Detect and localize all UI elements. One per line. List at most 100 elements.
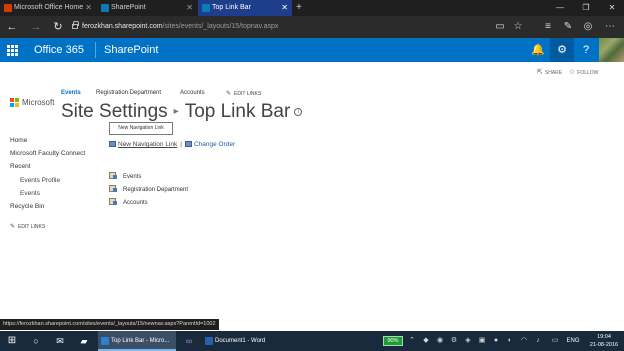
language-indicator[interactable]: ENG	[564, 331, 582, 351]
window-close-icon[interactable]: ✕	[600, 0, 624, 16]
status-url-tooltip: https://ferozkhan.sharepoint.com/sites/e…	[0, 319, 219, 330]
tray-app-icon[interactable]: ◉	[434, 331, 446, 351]
wifi-icon[interactable]: ◠	[518, 331, 530, 351]
tab-label: Microsoft Office Home	[14, 4, 84, 11]
suite-app-name[interactable]: SharePoint	[104, 38, 158, 62]
share-icon: ⇱	[537, 69, 543, 76]
info-icon[interactable]: i	[294, 108, 303, 116]
share-browser-icon[interactable]: ◎	[580, 19, 596, 35]
close-icon[interactable]: ✕	[85, 0, 92, 16]
word-icon	[205, 337, 213, 345]
close-icon[interactable]: ✕	[281, 0, 288, 16]
list-item[interactable]: Accounts	[109, 198, 148, 207]
breadcrumb-arrow-icon: ▸	[173, 106, 179, 117]
toolbar-separator: |	[180, 141, 182, 148]
app-launcher-icon[interactable]	[0, 38, 24, 62]
file-explorer-icon[interactable]: ▰	[74, 331, 94, 351]
link-item-icon	[109, 198, 117, 205]
tray-expand-icon[interactable]: ⌃	[406, 331, 418, 351]
reading-view-icon[interactable]: ▭	[492, 19, 508, 35]
edit-links-label: EDIT LINKS	[18, 224, 46, 230]
avatar[interactable]	[599, 38, 624, 62]
lock-icon	[72, 21, 79, 29]
change-order-icon	[184, 141, 192, 147]
close-icon[interactable]: ✕	[186, 0, 193, 16]
tray-app-icon[interactable]: ▣	[476, 331, 488, 351]
hub-icon[interactable]: ≡	[540, 19, 556, 35]
web-note-icon[interactable]: ✎	[560, 19, 576, 35]
office-icon	[4, 4, 12, 12]
clock-date: 21-08-2016	[589, 342, 619, 348]
page-title: Site Settings ▸ Top Link Bar i	[61, 100, 303, 124]
screen: Microsoft Office Home ✕ SharePoint ✕ Top…	[0, 0, 624, 351]
edit-links-label: EDIT LINKS	[234, 91, 262, 97]
change-order-link[interactable]: Change Order	[194, 141, 235, 148]
taskbar-item-label: Document1 - Word	[215, 338, 266, 344]
volume-icon[interactable]: ♪	[532, 331, 544, 351]
link-label: Accounts	[123, 200, 148, 206]
tray-app-icon[interactable]: ◈	[462, 331, 474, 351]
clock[interactable]: 19:04 21-08-2016	[586, 333, 622, 349]
page-title-text: Top Link Bar	[184, 101, 291, 122]
share-button[interactable]: ⇱ SHARE	[537, 69, 562, 77]
topnav-edit-links-button[interactable]: ✎ EDIT LINKS	[226, 90, 261, 97]
forward-icon[interactable]: →	[28, 19, 44, 35]
favorite-star-icon[interactable]: ☆	[510, 19, 526, 35]
tab-office-home[interactable]: Microsoft Office Home ✕	[0, 0, 96, 16]
follow-label: FOLLOW	[577, 70, 599, 76]
sidebar-item-recycle-bin[interactable]: Recycle Bin	[10, 202, 44, 211]
taskbar-item-label: Top Link Bar - Micro...	[111, 338, 170, 344]
minimize-icon[interactable]: —	[548, 0, 572, 16]
browser-tab-strip: Microsoft Office Home ✕ SharePoint ✕ Top…	[0, 0, 624, 16]
battery-tray-icon[interactable]: ▭	[548, 331, 562, 351]
new-tab-icon[interactable]: +	[296, 0, 302, 16]
battery-indicator[interactable]: 90%	[383, 336, 403, 346]
list-item[interactable]: Events	[109, 172, 141, 181]
topnav-item-events[interactable]: Events	[61, 90, 81, 96]
sidebar-item-recent[interactable]: Recent	[10, 162, 31, 171]
tray-app-icon[interactable]: ⚙	[448, 331, 460, 351]
tab-label: SharePoint	[111, 4, 146, 11]
star-icon: ☆	[569, 69, 576, 76]
start-windows-icon[interactable]: ⊞	[0, 331, 24, 351]
sidebar-item-home[interactable]: Home	[10, 136, 27, 145]
taskbar: ⊞ ○ ✉ ▰ Top Link Bar - Micro... ∞ Docume…	[0, 331, 624, 351]
visual-studio-icon[interactable]: ∞	[178, 331, 200, 351]
link-label: Registration Department	[123, 187, 189, 193]
breadcrumb-site-settings[interactable]: Site Settings	[61, 101, 168, 122]
url-field[interactable]: ferozkhan.sharepoint.com/sites/events/_l…	[82, 20, 278, 34]
sidebar-item-microsoft-faculty-connect[interactable]: Microsoft Faculty Connect	[10, 149, 85, 158]
suite-title[interactable]: Office 365	[34, 38, 84, 62]
site-logo-text[interactable]: Microsoft	[22, 97, 54, 108]
topnav-item-accounts[interactable]: Accounts	[180, 90, 205, 96]
restore-icon[interactable]: ❐	[574, 0, 598, 16]
sidebar-item-events-profile[interactable]: Events Profile	[20, 176, 60, 185]
back-icon[interactable]: ←	[4, 19, 20, 35]
search-icon[interactable]: ○	[26, 331, 46, 351]
settings-gear-icon[interactable]: ⚙	[550, 38, 574, 62]
mail-icon[interactable]: ✉	[50, 331, 70, 351]
taskbar-item-edge[interactable]: Top Link Bar - Micro...	[98, 331, 176, 351]
link-item-icon	[109, 172, 117, 179]
follow-button[interactable]: ☆ FOLLOW	[569, 69, 598, 77]
tab-sharepoint[interactable]: SharePoint ✕	[97, 0, 197, 16]
sidebar-edit-links-button[interactable]: ✎ EDIT LINKS	[10, 223, 45, 230]
more-icon[interactable]: ⋯	[602, 19, 618, 35]
tab-top-link-bar[interactable]: Top Link Bar ✕	[198, 0, 292, 16]
list-item[interactable]: Registration Department	[109, 185, 188, 194]
help-icon[interactable]: ?	[574, 38, 598, 62]
refresh-icon[interactable]: ↻	[50, 19, 66, 35]
notifications-bell-icon[interactable]: 🔔	[526, 38, 550, 62]
suite-divider	[95, 42, 96, 58]
topnav-item-registration-department[interactable]: Registration Department	[96, 90, 161, 96]
sidebar-item-events[interactable]: Events	[20, 189, 40, 198]
tray-app-icon[interactable]: ◐	[504, 331, 516, 351]
edge-icon	[101, 337, 109, 345]
url-host: ferozkhan.sharepoint.com	[82, 23, 163, 30]
new-navigation-link[interactable]: New Navigation Link	[118, 141, 177, 148]
tray-app-icon[interactable]: ●	[490, 331, 502, 351]
new-link-icon	[109, 141, 116, 147]
taskbar-item-word[interactable]: Document1 - Word	[202, 331, 282, 351]
tooltip: New Navigation Link	[109, 122, 173, 135]
tray-app-icon[interactable]: ◆	[420, 331, 432, 351]
